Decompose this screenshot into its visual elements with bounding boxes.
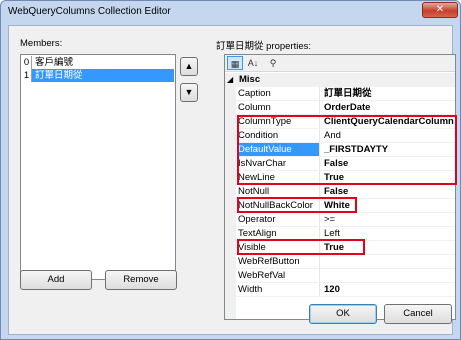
arrow-up-icon: ▲ [184, 61, 194, 71]
member-item-0[interactable]: 0 客戶編號 [22, 56, 174, 69]
collection-editor-window: WebQueryColumns Collection Editor ✕ Memb… [0, 0, 461, 340]
property-name: WebRefButton [238, 255, 320, 268]
arrow-down-icon: ▼ [184, 87, 194, 97]
property-value[interactable]: 訂單日期從 [324, 87, 454, 100]
property-name: Column [238, 101, 320, 114]
category-name: Misc [239, 74, 261, 85]
sort-alphabetical-icon: A↓ [247, 58, 259, 68]
cancel-button[interactable]: Cancel [384, 304, 452, 324]
property-value[interactable]: OrderDate [324, 101, 454, 114]
property-value[interactable]: >= [324, 213, 454, 226]
annotation-box-operator [237, 239, 365, 255]
member-index: 0 [22, 56, 32, 69]
categorized-view-button[interactable]: ▦ [227, 56, 243, 70]
property-pages-button[interactable]: ⚲ [265, 56, 281, 70]
title-bar[interactable]: WebQueryColumns Collection Editor ✕ [1, 1, 460, 25]
member-name: 客戶編號 [35, 57, 74, 68]
property-row-webrefval[interactable]: WebRefVal [236, 269, 455, 283]
property-name: WebRefVal [238, 269, 320, 282]
property-grid-toolbar: ▦ A↓ ⚲ [225, 55, 455, 72]
property-row-caption[interactable]: Caption 訂單日期從 [236, 87, 455, 101]
property-grid-gutter [225, 73, 236, 319]
property-value[interactable] [324, 269, 454, 282]
window-title: WebQueryColumns Collection Editor [8, 6, 171, 17]
members-label: Members: [20, 38, 63, 49]
members-list[interactable]: 0 客戶編號 1 訂單日期從 [20, 54, 176, 280]
property-row-operator[interactable]: Operator >= [236, 213, 455, 227]
dialog-client-area: Members: 0 客戶編號 1 訂單日期從 ▲ ▼ Add Remove 訂… [8, 25, 457, 335]
move-up-button[interactable]: ▲ [180, 57, 198, 76]
alphabetical-view-button[interactable]: A↓ [245, 56, 261, 70]
close-icon: ✕ [435, 4, 445, 15]
member-index: 1 [22, 69, 32, 82]
property-value[interactable] [324, 255, 454, 268]
collapse-icon[interactable]: ◢ [227, 73, 236, 87]
property-value[interactable]: 120 [324, 283, 454, 296]
properties-header: 訂單日期從 properties: [216, 41, 312, 52]
property-row-width[interactable]: Width 120 [236, 283, 455, 297]
annotation-box-newline [237, 197, 357, 213]
category-row-misc[interactable]: ◢ Misc [225, 73, 455, 87]
ok-button[interactable]: OK [309, 304, 377, 324]
close-button[interactable]: ✕ [422, 2, 458, 18]
property-row-webrefbutton[interactable]: WebRefButton [236, 255, 455, 269]
property-name: Width [238, 283, 320, 296]
property-row-column[interactable]: Column OrderDate [236, 101, 455, 115]
categorized-icon: ▦ [230, 59, 240, 69]
annotation-box-caption-defaultvalue [237, 115, 457, 185]
property-name: Caption [238, 87, 320, 100]
move-down-button[interactable]: ▼ [180, 83, 198, 102]
remove-button[interactable]: Remove [105, 270, 177, 290]
property-name: Operator [238, 213, 320, 226]
member-name: 訂單日期從 [35, 70, 83, 81]
add-button[interactable]: Add [20, 270, 92, 290]
property-grid[interactable]: ▦ A↓ ⚲ ◢ Misc Caption 訂單日期從 Column Order… [224, 54, 457, 320]
wrench-icon: ⚲ [269, 58, 277, 68]
member-item-1[interactable]: 1 訂單日期從 [22, 69, 174, 82]
